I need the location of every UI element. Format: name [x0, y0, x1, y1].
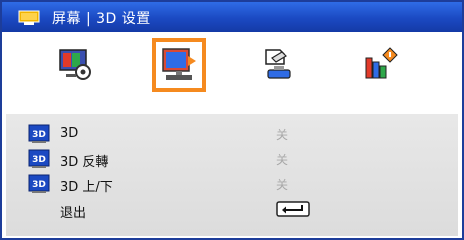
3d-icon: 3D — [28, 174, 50, 193]
row-value[interactable]: 关 — [276, 126, 288, 143]
3d-icon: 3D — [28, 149, 50, 168]
menu-title: 屏幕 | 3D 设置 — [52, 11, 151, 27]
title-bar: 屏幕 | 3D 设置 — [2, 2, 462, 32]
image-settings-icon[interactable] — [54, 44, 96, 86]
category-tabs — [6, 34, 458, 110]
svg-text:3D: 3D — [32, 180, 46, 190]
svg-text:3D: 3D — [32, 155, 46, 165]
row-3d-top-bottom[interactable]: 3D 3D 上/下 关 — [6, 172, 458, 196]
row-3d[interactable]: 3D 3D 关 — [6, 122, 458, 146]
row-3d-invert[interactable]: 3D 3D 反轉 关 — [6, 147, 458, 171]
row-label: 3D 反轉 — [60, 155, 109, 170]
svg-text:3D: 3D — [32, 130, 46, 140]
row-label: 3D 上/下 — [60, 180, 113, 195]
exit-label: 退出 — [60, 206, 87, 221]
osd-menu: 屏幕 | 3D 设置 3D 3D 关 3D 3D 反轉 关 3D 3D 上/下 … — [0, 0, 464, 240]
row-value[interactable]: 关 — [276, 176, 288, 193]
row-label: 3D — [60, 126, 79, 141]
menu-list: 3D 3D 关 3D 3D 反轉 关 3D 3D 上/下 关 退出 — [6, 114, 458, 236]
options-icon[interactable] — [358, 44, 400, 86]
screen-menu-icon — [18, 10, 40, 25]
enter-key-icon[interactable] — [276, 201, 310, 217]
setup-icon[interactable] — [258, 44, 300, 86]
3d-icon: 3D — [28, 124, 50, 143]
row-exit[interactable]: 退出 — [6, 198, 458, 222]
row-value[interactable]: 关 — [276, 151, 288, 168]
display-settings-icon[interactable] — [152, 38, 206, 92]
